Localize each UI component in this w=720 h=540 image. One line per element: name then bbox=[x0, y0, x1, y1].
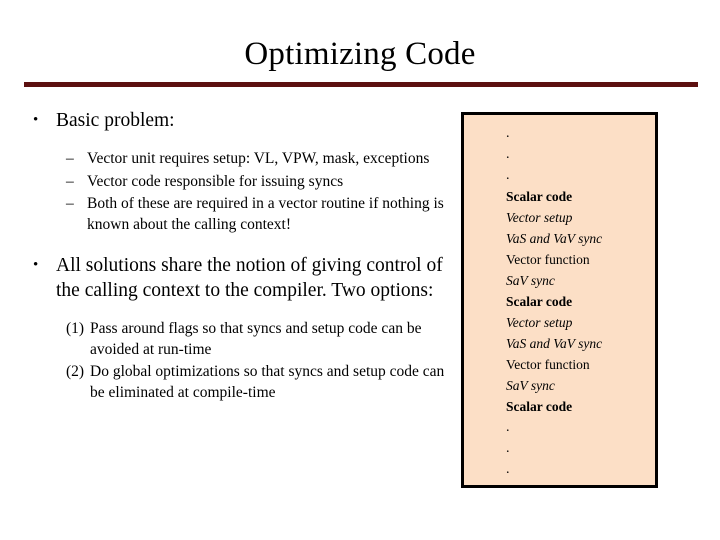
code-ellipsis-dot: . bbox=[506, 441, 510, 456]
numbered-item-global-optimizations: (2) Do global optimizations so that sync… bbox=[22, 362, 454, 403]
code-sequence-panel: ... Scalar code Vector setup VaS and VaV sy… bbox=[461, 112, 658, 488]
code-ellipsis-dot: . bbox=[506, 168, 510, 183]
code-line: Scalar code bbox=[506, 294, 573, 309]
page-title: Optimizing Code bbox=[244, 36, 476, 72]
numbered-item-pass-around-flags: (1) Pass around flags so that syncs and … bbox=[22, 319, 454, 360]
code-ellipsis-dot: . bbox=[506, 126, 510, 141]
sub-bullet-vector-routine: – Both of these are required in a vector… bbox=[22, 194, 454, 235]
dash-marker-icon: – bbox=[66, 195, 74, 212]
code-line: Scalar code bbox=[506, 399, 573, 414]
item-number-label: (2) bbox=[66, 363, 85, 380]
dash-marker-icon: – bbox=[66, 150, 74, 167]
bullet-all-solutions: • All solutions share the notion of givi… bbox=[22, 253, 454, 303]
code-line: SaV sync bbox=[506, 378, 555, 393]
code-line: VaS and VaV sync bbox=[506, 336, 603, 351]
sub-bullet-text: Vector unit requires setup: VL, VPW, mas… bbox=[87, 150, 430, 167]
sub-bullet-text: Both of these are required in a vector r… bbox=[87, 195, 444, 233]
dash-marker-icon: – bbox=[66, 172, 74, 190]
item-number-label: (1) bbox=[66, 320, 85, 337]
sub-bullet-vector-unit-setup: – Vector unit requires setup: VL, VPW, m… bbox=[22, 149, 454, 170]
code-line: Vector function bbox=[506, 252, 590, 267]
bullet-basic-problem: • Basic problem: bbox=[22, 108, 454, 133]
numbered-item-text: Pass around flags so that syncs and setu… bbox=[90, 320, 422, 358]
code-line: Vector setup bbox=[506, 315, 573, 330]
code-line: Vector function bbox=[506, 357, 590, 372]
code-ellipsis-dot: . bbox=[506, 462, 510, 477]
code-line: Scalar code bbox=[506, 189, 573, 204]
bullet-text: Basic problem: bbox=[56, 110, 175, 131]
numbered-item-text: Do global optimizations so that syncs an… bbox=[90, 363, 445, 401]
title-divider bbox=[24, 82, 698, 87]
code-line: Vector setup bbox=[506, 210, 573, 225]
slide-body: • Basic problem: – Vector unit requires … bbox=[22, 108, 454, 403]
bullet-text: All solutions share the notion of giving… bbox=[56, 255, 443, 301]
code-line-list: ... Scalar code Vector setup VaS and VaV sy… bbox=[464, 123, 655, 480]
sub-bullet-text: Vector code responsible for issuing sync… bbox=[87, 172, 344, 190]
code-line: VaS and VaV sync bbox=[506, 231, 603, 246]
bullet-marker-icon: • bbox=[33, 112, 39, 128]
code-line: SaV sync bbox=[506, 273, 555, 288]
code-ellipsis-dot: . bbox=[506, 147, 510, 162]
code-ellipsis-dot: . bbox=[506, 420, 510, 435]
sub-bullet-issuing-syncs: – Vector code responsible for issuing sy… bbox=[22, 172, 454, 193]
bullet-marker-icon: • bbox=[33, 257, 39, 273]
